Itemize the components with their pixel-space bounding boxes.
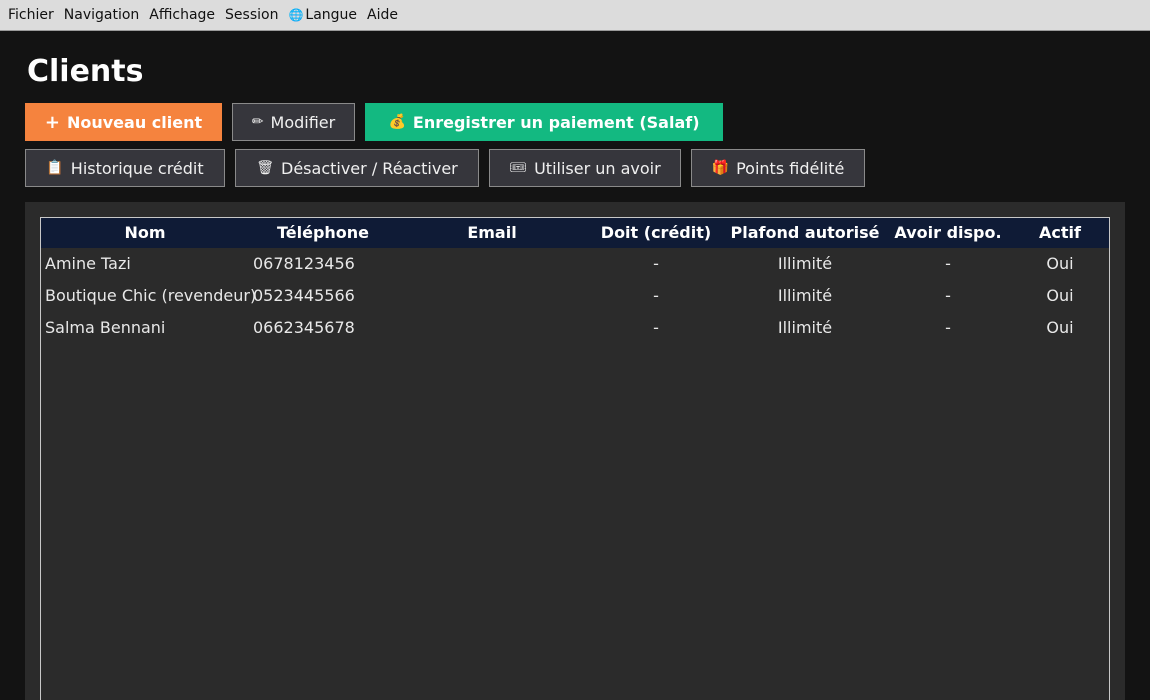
menu-session[interactable]: Session — [220, 0, 283, 31]
column-header-actif[interactable]: Actif — [1011, 218, 1109, 248]
cell-avoir: - — [945, 286, 951, 305]
new-client-button[interactable]: + Nouveau client — [25, 103, 222, 141]
cell-avoir: - — [945, 318, 951, 337]
cell-telephone: 0662345678 — [253, 318, 355, 337]
column-header-avoir[interactable]: Avoir dispo. — [885, 218, 1011, 248]
menu-langue-label: Langue — [305, 6, 358, 23]
table-row[interactable]: Boutique Chic (revendeur) 0523445566 - I… — [41, 280, 1109, 312]
cell-actif: Oui — [1046, 286, 1074, 305]
clipboard-icon: 📋 — [46, 160, 64, 176]
cell-nom: Amine Tazi — [45, 254, 131, 273]
cell-telephone: 0523445566 — [253, 286, 355, 305]
gift-icon: 🎁 — [711, 160, 730, 176]
menu-navigation-label: Navigation — [63, 6, 140, 23]
column-header-doit[interactable]: Doit (crédit) — [587, 218, 725, 248]
cell-telephone: 0678123456 — [253, 254, 355, 273]
plus-icon: + — [44, 111, 60, 133]
table-header: Nom Téléphone Email Doit (crédit) Plafon… — [41, 218, 1109, 248]
credit-history-button[interactable]: 📋 Historique crédit — [25, 149, 225, 187]
menu-navigation[interactable]: Navigation — [59, 0, 145, 31]
new-client-label: Nouveau client — [66, 112, 203, 132]
globe-icon: 🌐 — [288, 7, 304, 22]
table-row[interactable]: Salma Bennani 0662345678 - Illimité - Ou… — [41, 312, 1109, 344]
column-header-telephone[interactable]: Téléphone — [249, 218, 397, 248]
clients-table[interactable]: Nom Téléphone Email Doit (crédit) Plafon… — [40, 217, 1110, 700]
loyalty-points-button[interactable]: 🎁 Points fidélité — [691, 149, 865, 187]
cell-avoir: - — [945, 254, 951, 273]
record-payment-label: Enregistrer un paiement (Salaf) — [412, 112, 700, 132]
money-bag-icon: 💰 — [388, 114, 406, 130]
clients-panel: Nom Téléphone Email Doit (crédit) Plafon… — [25, 202, 1125, 700]
menu-affichage-label: Affichage — [149, 6, 216, 23]
menu-session-label: Session — [225, 6, 279, 23]
menu-aide-label: Aide — [367, 6, 399, 23]
ticket-icon: 🎟 — [509, 160, 528, 176]
column-header-nom[interactable]: Nom — [41, 218, 249, 248]
menu-langue[interactable]: 🌐 Langue — [283, 0, 362, 31]
cell-nom: Salma Bennani — [45, 318, 166, 337]
edit-label: Modifier — [270, 112, 336, 132]
cell-plafond: Illimité — [777, 286, 833, 305]
toggle-active-label: Désactiver / Réactiver — [281, 158, 458, 178]
use-credit-note-button[interactable]: 🎟 Utiliser un avoir — [489, 149, 681, 187]
loyalty-points-label: Points fidélité — [736, 158, 845, 178]
menu-fichier[interactable]: Fichier — [3, 0, 59, 31]
cell-actif: Oui — [1046, 254, 1074, 273]
page-title: Clients — [27, 54, 144, 89]
toggle-active-button[interactable]: 🗑 Désactiver / Réactiver — [235, 149, 479, 187]
cell-doit: - — [653, 254, 659, 273]
edit-button[interactable]: ✏ Modifier — [232, 103, 355, 141]
menu-aide[interactable]: Aide — [362, 0, 403, 31]
cell-nom: Boutique Chic (revendeur) — [45, 286, 257, 305]
column-header-email[interactable]: Email — [397, 218, 587, 248]
cell-email — [397, 280, 587, 312]
use-credit-note-label: Utiliser un avoir — [534, 158, 661, 178]
cell-plafond: Illimité — [777, 318, 833, 337]
record-payment-button[interactable]: 💰 Enregistrer un paiement (Salaf) — [365, 103, 723, 141]
cell-doit: - — [653, 286, 659, 305]
menu-affichage[interactable]: Affichage — [144, 0, 220, 31]
cell-actif: Oui — [1046, 318, 1074, 337]
trash-icon: 🗑 — [256, 160, 275, 176]
menu-bar: Fichier Navigation Affichage Session 🌐 L… — [0, 0, 1150, 31]
table-row[interactable]: Amine Tazi 0678123456 - Illimité - Oui — [41, 248, 1109, 280]
cell-email — [397, 248, 587, 280]
cell-doit: - — [653, 318, 659, 337]
column-header-plafond[interactable]: Plafond autorisé — [725, 218, 885, 248]
credit-history-label: Historique crédit — [70, 158, 204, 178]
pencil-icon: ✏ — [251, 114, 264, 130]
cell-plafond: Illimité — [777, 254, 833, 273]
cell-email — [397, 312, 587, 344]
menu-fichier-label: Fichier — [8, 6, 54, 23]
